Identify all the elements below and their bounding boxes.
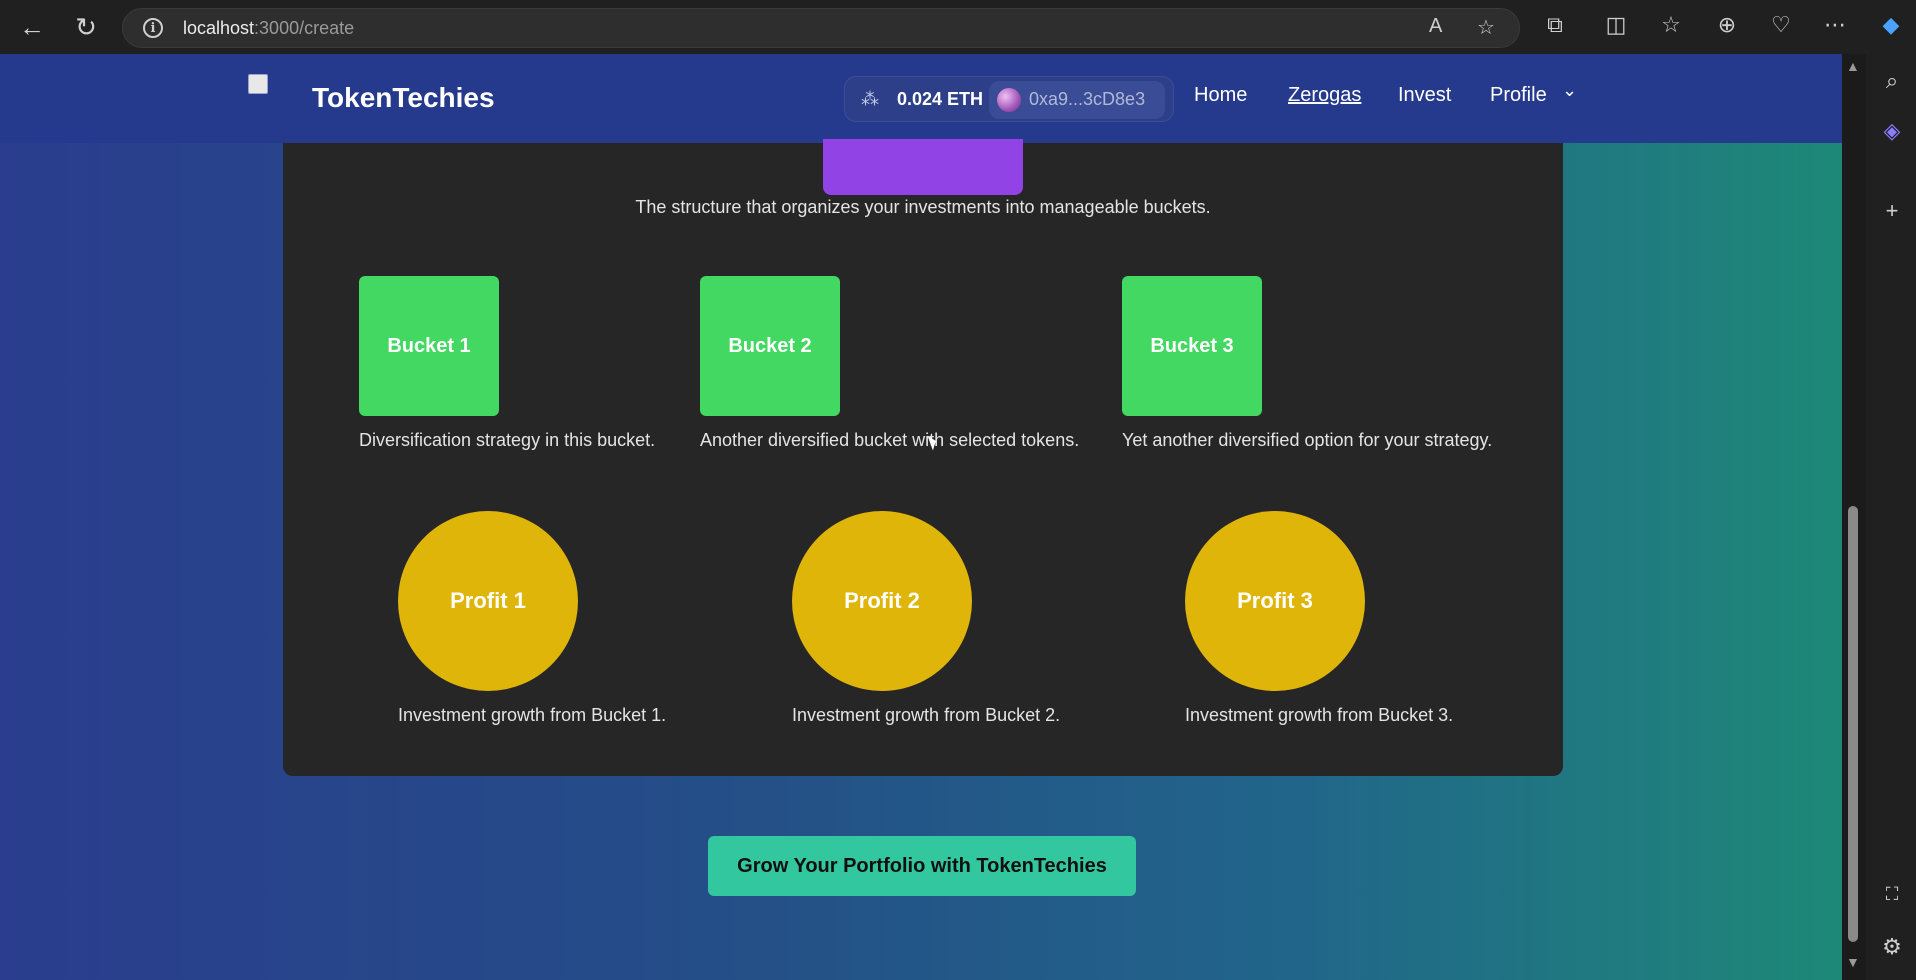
profit-3[interactable]: Profit 3 [1185,511,1365,691]
scroll-down-icon[interactable]: ▼ [1846,954,1860,970]
nav-zerogas[interactable]: Zerogas [1288,84,1361,107]
profit-2-description: Investment growth from Bucket 2. [792,705,1061,725]
eth-balance: 0.024 ETH [897,89,984,109]
nav-invest[interactable]: Invest [1398,84,1451,107]
screenshot-icon[interactable]: ⛶ [1879,884,1905,905]
extensions-icon[interactable]: ⧉ [1540,12,1570,38]
structure-header-block [823,139,1023,195]
url-text: localhost:3000/create [183,18,354,39]
scroll-up-icon[interactable]: ▲ [1846,58,1860,74]
network-icon: ⁂ [861,89,879,109]
brand-name[interactable]: TokenTechies [312,82,495,114]
settings-gear-icon[interactable]: ⚙ [1879,934,1905,960]
refresh-icon[interactable]: ↻ [66,8,106,46]
profit-2[interactable]: Profit 2 [792,511,972,691]
bucket-1-description: Diversification strategy in this bucket. [359,430,656,450]
browser-essentials-icon[interactable]: ♡ [1766,12,1796,38]
app-header: TokenTechies ⁂ 0.024 ETH 0xa9...3cD8e3 H… [0,54,1842,143]
browser-toolbar: ← ↻ i localhost:3000/create A ☆ ⧉ ◫ ☆ ⊕ … [0,0,1916,54]
copilot-icon[interactable]: ◆ [1876,12,1906,38]
read-aloud-icon[interactable]: A [1429,15,1442,38]
bucket-1[interactable]: Bucket 1 [359,276,499,416]
bucket-2-description: Another diversified bucket with selected… [700,430,1080,450]
grow-portfolio-button[interactable]: Grow Your Portfolio with TokenTechies [708,836,1136,896]
structure-card: The structure that organizes your invest… [283,139,1563,776]
more-options-icon[interactable]: ⋯ [1820,12,1850,38]
wallet-address-button[interactable]: 0xa9...3cD8e3 [989,81,1165,119]
wallet-address: 0xa9...3cD8e3 [1029,89,1146,109]
browser-sidebar: ⌕ ◈ + ⛶ ⚙ [1866,54,1916,980]
nav-home[interactable]: Home [1194,84,1247,107]
bucket-2[interactable]: Bucket 2 [700,276,840,416]
wallet-widget[interactable]: ⁂ 0.024 ETH 0xa9...3cD8e3 [844,76,1174,122]
chevron-down-icon[interactable]: ⌄ [1562,80,1577,101]
avatar [997,88,1021,112]
page-scrollbar[interactable]: ▲ ▼ [1842,54,1866,980]
scroll-thumb[interactable] [1848,506,1858,942]
favorites-icon[interactable]: ☆ [1656,12,1686,38]
nav-profile[interactable]: Profile [1490,84,1547,107]
split-screen-icon[interactable]: ◫ [1601,12,1631,38]
favorite-star-icon[interactable]: ☆ [1477,15,1495,40]
page-viewport: TokenTechies ⁂ 0.024 ETH 0xa9...3cD8e3 H… [0,54,1866,980]
search-icon[interactable]: ⌕ [1879,68,1905,94]
bucket-3[interactable]: Bucket 3 [1122,276,1262,416]
section-subtitle: The structure that organizes your invest… [635,197,1211,217]
info-icon[interactable]: i [143,18,163,38]
back-icon[interactable]: ← [12,8,52,46]
profit-3-description: Investment growth from Bucket 3. [1185,705,1454,725]
copilot-sidebar-icon[interactable]: ◈ [1879,118,1905,144]
address-bar[interactable]: i localhost:3000/create A ☆ [122,8,1520,48]
logo-image[interactable] [248,74,268,94]
url-path: :3000/create [254,18,355,38]
profit-1[interactable]: Profit 1 [398,511,578,691]
add-icon[interactable]: + [1879,198,1905,224]
url-host: localhost [183,18,255,38]
collections-icon[interactable]: ⊕ [1712,12,1742,38]
profit-1-description: Investment growth from Bucket 1. [398,705,667,725]
bucket-3-description: Yet another diversified option for your … [1122,430,1493,450]
